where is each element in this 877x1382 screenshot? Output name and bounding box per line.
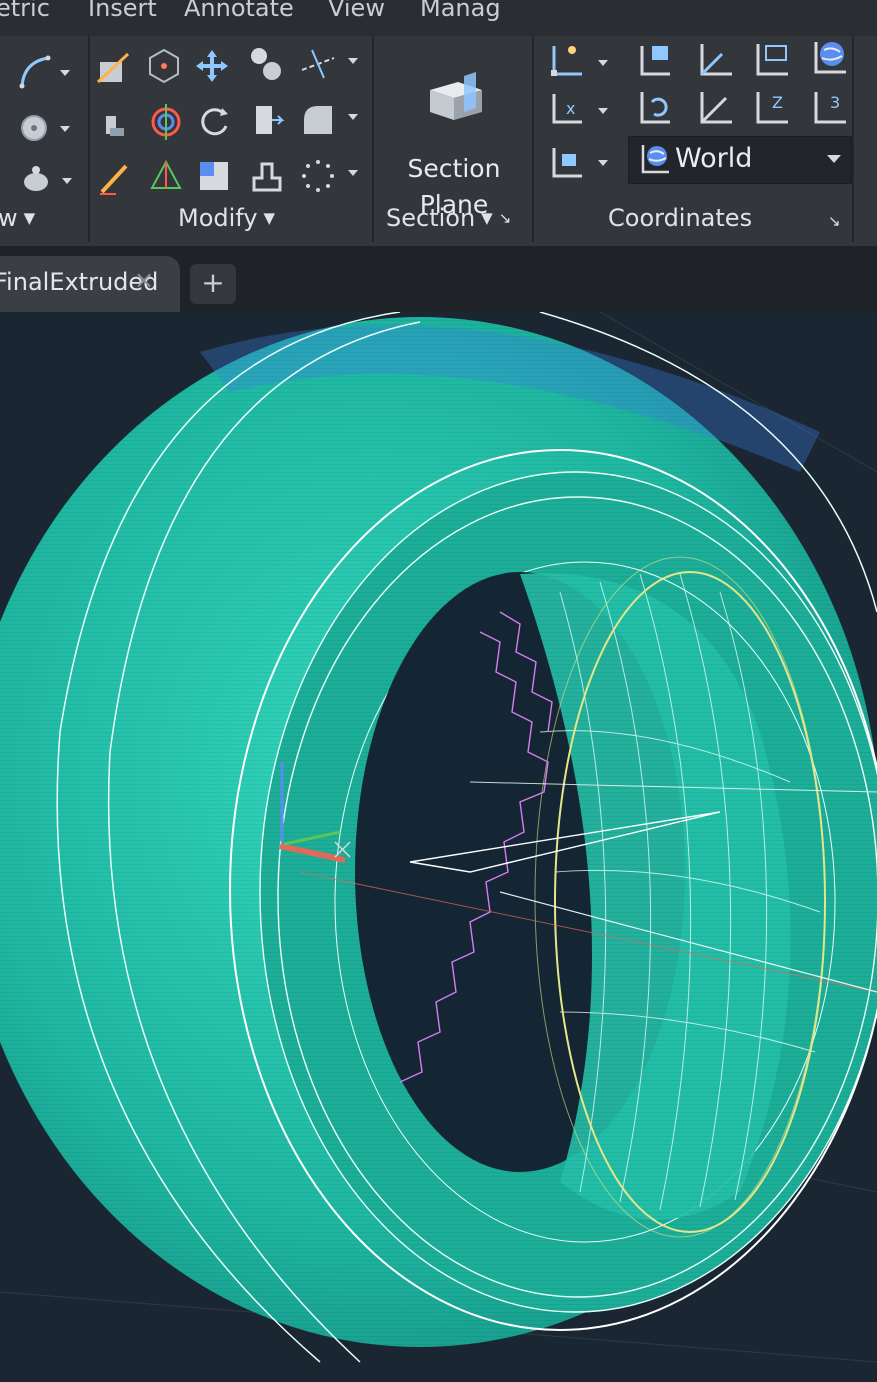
chevron-down-icon[interactable] — [598, 160, 608, 166]
svg-text:x: x — [566, 99, 575, 118]
mirror-tool-icon[interactable] — [248, 100, 288, 140]
array-tool-icon[interactable] — [246, 156, 286, 196]
panel-title-draw[interactable]: w ▼ — [0, 204, 35, 232]
ucs-icon-properties[interactable] — [548, 142, 588, 182]
ucs-view-icon[interactable] — [752, 40, 792, 80]
ucs-dropdown[interactable]: World — [628, 136, 852, 184]
ucs-object-icon[interactable] — [696, 88, 736, 128]
ucs-world-icon[interactable] — [696, 40, 736, 80]
erase-tool-icon[interactable] — [96, 158, 136, 198]
ucs-dropdown-value: World — [675, 143, 753, 174]
ribbon-tab-bar: etric Insert Annotate View Manag — [0, 0, 877, 36]
scale-tool-icon[interactable] — [94, 48, 134, 88]
chevron-down-icon[interactable] — [598, 60, 608, 66]
move-tool-icon[interactable] — [192, 46, 232, 86]
drawing-viewport[interactable] — [0, 312, 877, 1382]
ribbon-tab-parametric[interactable]: etric — [0, 0, 50, 22]
ucs-z-icon[interactable]: Z — [752, 88, 792, 128]
chevron-down-icon[interactable] — [348, 114, 358, 120]
chevron-down-icon[interactable] — [348, 58, 358, 64]
panel-title-coordinates[interactable]: Coordinates — [608, 204, 752, 232]
fillet-tool-icon[interactable] — [298, 100, 338, 140]
new-tab-button[interactable]: + — [190, 264, 236, 304]
panel-divider — [852, 36, 854, 242]
ribbon-tab-view[interactable]: View — [328, 0, 385, 22]
rotate-tool-icon[interactable] — [194, 102, 234, 142]
globe-icon — [641, 145, 669, 174]
ucs-x-icon[interactable]: x — [548, 88, 588, 128]
ribbon: w ▼ Modify ▼ Section Plane Section ▼ ↘ x… — [0, 36, 877, 246]
panel-launcher-icon[interactable]: ↘ — [828, 212, 841, 230]
panel-divider — [88, 36, 90, 242]
circle-tool-icon[interactable] — [16, 108, 56, 148]
ucs-globe-icon[interactable] — [810, 38, 850, 78]
panel-divider — [532, 36, 534, 242]
chevron-down-icon — [827, 155, 841, 163]
ucs-icon[interactable] — [548, 40, 588, 80]
ribbon-tab-manage[interactable]: Manag — [420, 0, 501, 22]
ucs-named-icon[interactable] — [636, 40, 676, 80]
chevron-down-icon[interactable] — [62, 178, 72, 184]
3d-move-icon[interactable] — [146, 102, 186, 142]
chevron-down-icon[interactable] — [348, 170, 358, 176]
3d-align-icon[interactable] — [146, 156, 186, 196]
arc-tool-icon[interactable] — [16, 52, 56, 92]
point-array-icon[interactable] — [298, 156, 338, 196]
section-plane-icon — [430, 72, 482, 120]
ribbon-tab-insert[interactable]: Insert — [88, 0, 157, 22]
document-tab-bar: FinalExtruded × + — [0, 246, 877, 312]
svg-text:3: 3 — [830, 93, 840, 112]
copy-tool-icon[interactable] — [246, 44, 286, 84]
ucs-previous-icon[interactable] — [636, 88, 676, 128]
section-plane-label-1: Section — [407, 154, 501, 183]
document-tab[interactable]: FinalExtruded × — [0, 256, 180, 312]
chevron-down-icon[interactable] — [598, 108, 608, 114]
close-icon[interactable]: × — [134, 266, 154, 294]
ribbon-tab-annotate[interactable]: Annotate — [184, 0, 294, 22]
ucs-3point-icon[interactable]: 3 — [810, 88, 850, 128]
panel-divider — [372, 36, 374, 242]
trim-tool-icon[interactable] — [298, 44, 338, 84]
stretch-tool-icon[interactable] — [96, 104, 136, 144]
panel-title-section[interactable]: Section ▼ ↘ — [386, 204, 511, 232]
3d-rotate-icon[interactable] — [144, 46, 184, 86]
panel-title-modify[interactable]: Modify ▼ — [178, 204, 275, 232]
chevron-down-icon[interactable] — [60, 126, 70, 132]
chevron-down-icon[interactable] — [60, 70, 70, 76]
hatch-tool-icon[interactable] — [16, 160, 56, 200]
tire-model[interactable] — [0, 312, 877, 1382]
offset-tool-icon[interactable] — [194, 156, 234, 196]
svg-text:Z: Z — [772, 93, 783, 112]
